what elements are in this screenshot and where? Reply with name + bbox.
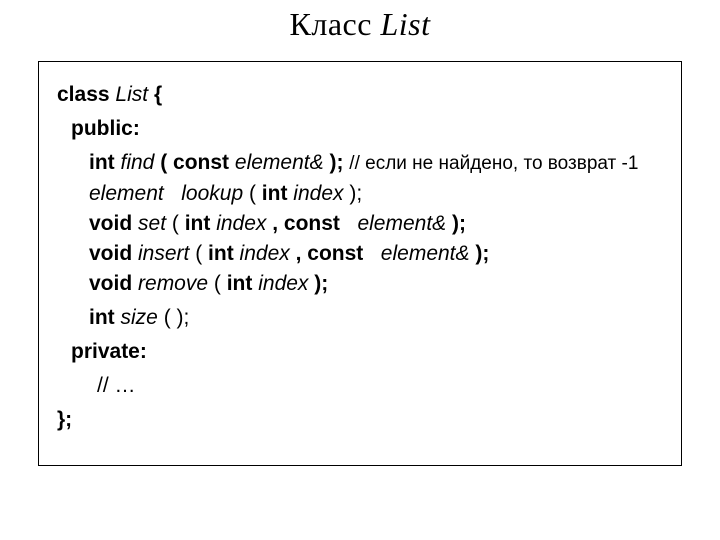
method-insert: void insert ( int index , const element&… — [57, 239, 663, 269]
public-keyword: public: — [71, 117, 140, 140]
remove-int: int — [227, 272, 253, 295]
lookup-close: ); — [349, 182, 362, 205]
close-brace: }; — [57, 408, 72, 431]
size-args: ( ); — [164, 306, 190, 329]
remove-index: index — [258, 272, 308, 295]
set-index: index — [216, 212, 266, 235]
method-set: void set ( int index , const element& ); — [57, 209, 663, 239]
insert-ret: void — [89, 242, 132, 265]
slide-title: Класс List — [0, 6, 720, 43]
find-const: const — [173, 151, 229, 174]
lookup-open: ( — [249, 182, 262, 205]
insert-elem: element& — [381, 242, 470, 265]
lookup-index: index — [293, 182, 343, 205]
method-find: int find ( const element& ); // если не … — [57, 148, 663, 179]
method-size: int size ( ); — [57, 303, 663, 333]
remove-open: ( — [214, 272, 227, 295]
set-name: set — [138, 212, 166, 235]
class-name: List — [115, 83, 148, 106]
find-open: ( — [160, 151, 167, 174]
code-block: class List { public: int find ( const el… — [38, 61, 682, 466]
title-word1: Класс — [290, 6, 372, 42]
private-body: // … — [57, 371, 663, 401]
private-keyword: private: — [71, 340, 147, 363]
set-const: const — [284, 212, 340, 235]
find-close: ); — [329, 151, 349, 174]
lookup-int: int — [262, 182, 288, 205]
insert-open: ( — [195, 242, 208, 265]
find-ret: int — [89, 151, 115, 174]
insert-close: ); — [475, 242, 489, 265]
remove-name: remove — [138, 272, 208, 295]
size-ret: int — [89, 306, 115, 329]
set-open: ( — [172, 212, 185, 235]
set-elem: element& — [357, 212, 446, 235]
open-brace: { — [154, 83, 162, 106]
method-remove: void remove ( int index ); — [57, 269, 663, 299]
remove-ret: void — [89, 272, 132, 295]
insert-index: index — [240, 242, 290, 265]
set-close: ); — [452, 212, 466, 235]
find-comment: // если не найдено, то возврат -1 — [349, 153, 638, 174]
public-section: public: — [57, 114, 663, 144]
private-comment: // … — [97, 374, 136, 397]
insert-int: int — [208, 242, 234, 265]
title-word2: List — [380, 6, 430, 42]
class-keyword: class — [57, 83, 110, 106]
insert-comma: , — [296, 242, 308, 265]
remove-close: ); — [314, 272, 328, 295]
class-close: }; — [57, 405, 663, 435]
find-name: find — [121, 151, 155, 174]
insert-name: insert — [138, 242, 189, 265]
set-comma: , — [272, 212, 284, 235]
class-decl: class List { — [57, 80, 663, 110]
lookup-name: lookup — [181, 182, 243, 205]
find-param-type: element& — [235, 151, 324, 174]
set-int: int — [185, 212, 211, 235]
insert-const: const — [307, 242, 363, 265]
set-ret: void — [89, 212, 132, 235]
method-lookup: element lookup ( int index ); — [57, 179, 663, 209]
private-section: private: — [57, 337, 663, 367]
lookup-ret: element — [89, 182, 164, 205]
size-name: size — [121, 306, 158, 329]
